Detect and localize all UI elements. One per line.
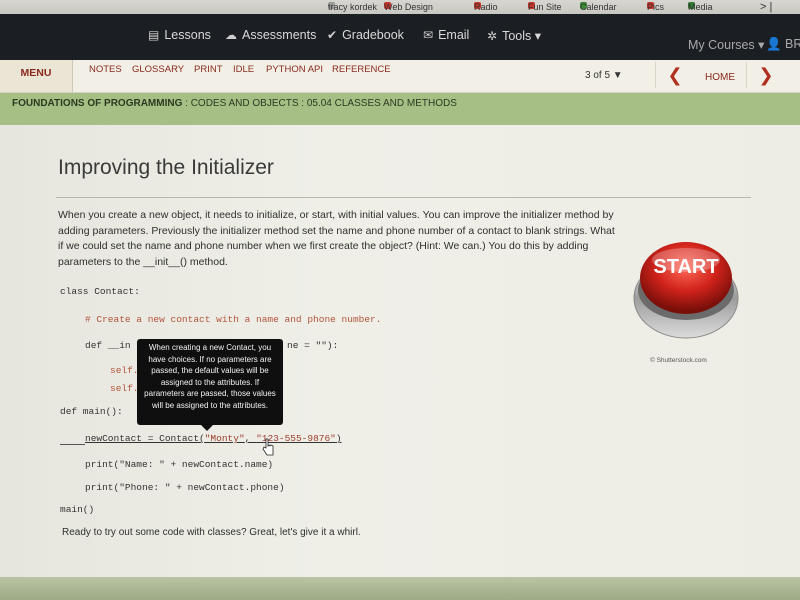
user-menu[interactable]: 👤 BRA <box>766 37 800 52</box>
menu-link-python-api[interactable]: PYTHON API <box>266 64 323 75</box>
start-text: START <box>653 256 718 278</box>
code-line: self. <box>110 383 139 394</box>
code-comment: # Create a new contact with a name and p… <box>85 314 382 325</box>
monitor-icon: ▤ <box>148 28 160 42</box>
menu-link-glossary[interactable]: GLOSSARY <box>132 64 184 75</box>
menu-link-idle[interactable]: IDLE <box>233 64 254 75</box>
breadcrumb-bar: FOUNDATIONS OF PROGRAMMING : CODES AND O… <box>0 93 800 125</box>
footer-strip <box>0 577 800 600</box>
code-line: def main(): <box>60 406 123 417</box>
lesson-content <box>0 125 800 577</box>
image-credit: © Shutterstock.com <box>650 357 707 364</box>
nav-gradebook[interactable]: ✔ Gradebook <box>327 28 404 42</box>
my-courses-dropdown[interactable]: My Courses ▾ <box>688 37 764 52</box>
breadcrumb-path: : CODES AND OBJECTS : 05.04 CLASSES AND … <box>182 98 457 109</box>
lesson-menubar: MENU NOTES GLOSSARY PRINT IDLE PYTHON AP… <box>0 60 800 93</box>
menu-link-notes[interactable]: NOTES <box>89 64 122 75</box>
bookmarks-bar: tracy kordek Web Design Radio Fun Site C… <box>0 0 800 14</box>
code-line: self. <box>110 365 139 376</box>
prev-page-button[interactable]: ❮ <box>655 62 694 88</box>
breadcrumb: FOUNDATIONS OF PROGRAMMING : CODES AND O… <box>12 98 457 109</box>
nav-tools[interactable]: ✲ Tools ▾ <box>487 28 541 43</box>
check-icon: ✔ <box>327 28 338 42</box>
gear-icon: ✲ <box>487 29 498 43</box>
home-button[interactable]: HOME <box>705 72 735 83</box>
top-nav: ▤ Lessons ☁ Assessments ✔ Gradebook ✉ Email … <box>0 14 800 60</box>
code-line: print("Name: " + newContact.name) <box>85 459 274 470</box>
lesson-intro: When you create a new object, it needs t… <box>58 209 615 268</box>
next-page-button[interactable]: ❯ <box>746 62 785 88</box>
menu-link-print[interactable]: PRINT <box>194 64 223 75</box>
start-button-image: START <box>633 242 739 339</box>
code-line: ne = ""): <box>287 340 339 351</box>
page-selector[interactable]: 3 of 5 ▼ <box>585 70 623 81</box>
breadcrumb-course[interactable]: FOUNDATIONS OF PROGRAMMING <box>12 98 182 109</box>
bookmarks-overflow-icon[interactable]: > | <box>760 1 772 13</box>
code-line: print("Phone: " + newContact.phone) <box>85 482 285 493</box>
menu-button[interactable]: MENU <box>0 60 73 92</box>
page-title: Improving the Initializer <box>58 156 274 179</box>
code-line: def __in <box>85 340 131 351</box>
link-underline <box>60 435 85 445</box>
envelope-icon: ✉ <box>423 28 434 42</box>
menu-link-reference[interactable]: REFERENCE <box>332 64 391 75</box>
code-link-new-contact[interactable]: newContact = Contact("Monty", "123-555-9… <box>85 433 342 444</box>
nav-lessons[interactable]: ▤ Lessons <box>148 28 211 42</box>
lesson-outro: Ready to try out some code with classes?… <box>62 527 361 538</box>
code-line: main() <box>60 504 95 515</box>
nav-email[interactable]: ✉ Email <box>423 28 469 42</box>
nav-assessments[interactable]: ☁ Assessments <box>225 28 316 42</box>
tooltip: When creating a new Contact, you have ch… <box>137 339 283 431</box>
hand-cursor-icon <box>262 438 274 456</box>
code-line: class Contact: <box>60 286 140 297</box>
title-divider <box>56 197 751 198</box>
cloud-icon: ☁ <box>225 28 237 42</box>
